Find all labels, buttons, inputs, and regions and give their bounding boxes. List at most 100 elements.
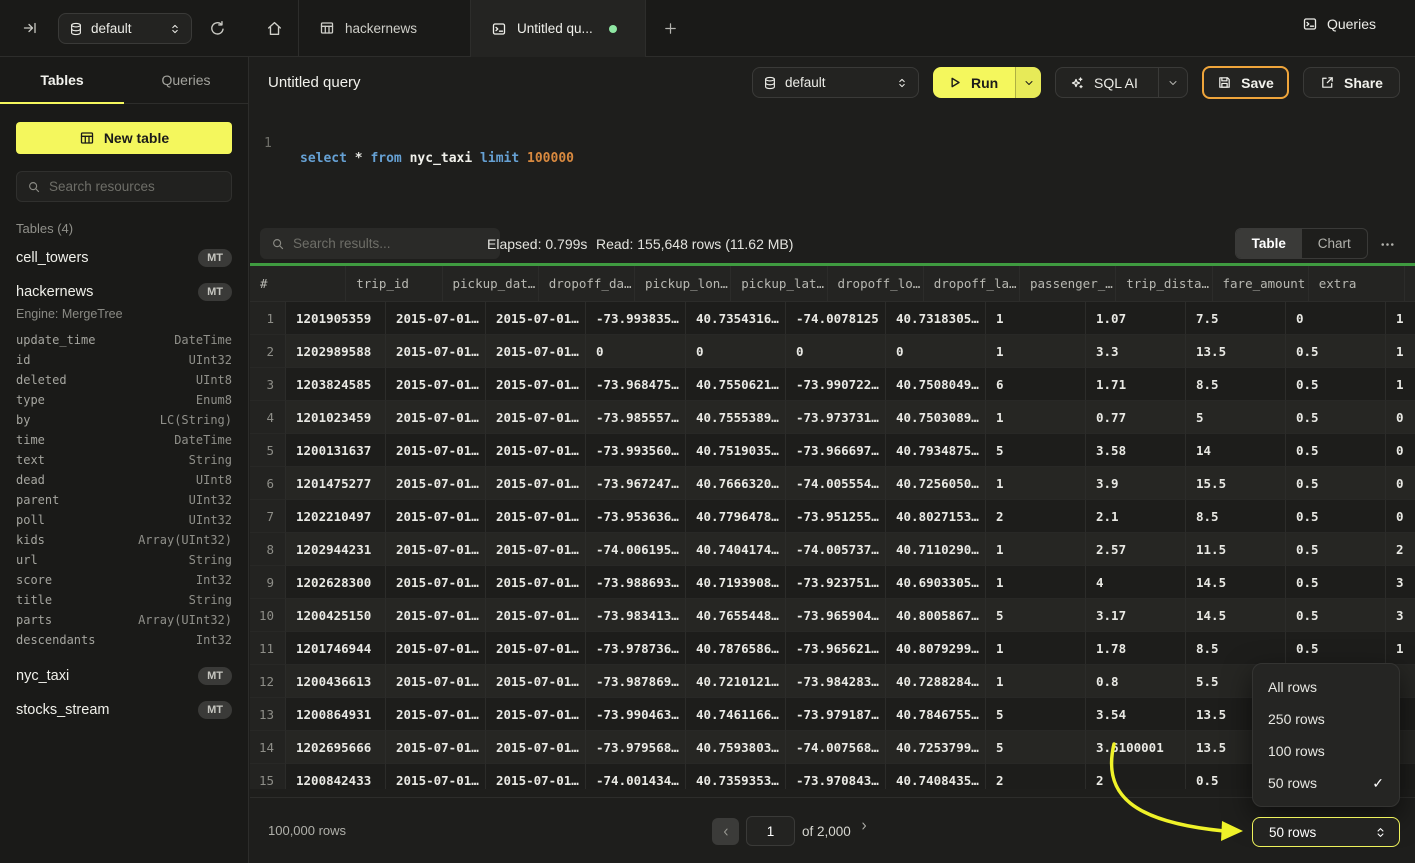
cell[interactable]: 1.07 — [1086, 302, 1186, 335]
column-header[interactable]: passenger_… — [1020, 266, 1116, 302]
cell[interactable]: 40.7876586… — [686, 632, 786, 665]
cell[interactable]: 2 — [1086, 764, 1186, 789]
share-button[interactable]: Share — [1303, 67, 1400, 98]
save-button[interactable]: Save — [1202, 66, 1289, 99]
cell[interactable]: -73.923751… — [786, 566, 886, 599]
cell[interactable]: 3.6100001 — [1086, 731, 1186, 764]
cell[interactable]: 3.17 — [1086, 599, 1186, 632]
cell[interactable]: 3.3 — [1086, 335, 1186, 368]
cell[interactable]: -73.984283… — [786, 665, 886, 698]
cell[interactable]: 1202695666 — [286, 731, 386, 764]
cell[interactable]: 40.7508049… — [886, 368, 986, 401]
cell[interactable]: 0 — [886, 335, 986, 368]
page-size-select[interactable]: 50 rows — [1252, 817, 1400, 847]
cell[interactable]: 2015-07-01… — [486, 632, 586, 665]
cell[interactable]: -73.993560… — [586, 434, 686, 467]
cell[interactable]: 1 — [986, 335, 1086, 368]
tab-home[interactable] — [250, 0, 299, 56]
menu-item[interactable]: All rows — [1253, 671, 1399, 703]
cell[interactable]: 3 — [1386, 566, 1415, 599]
menu-item[interactable]: 250 rows — [1253, 703, 1399, 735]
cell[interactable]: 2015-07-01… — [486, 368, 586, 401]
cell[interactable]: 4 — [1086, 566, 1186, 599]
menu-item[interactable]: 100 rows — [1253, 735, 1399, 767]
cell[interactable]: -74.005554… — [786, 467, 886, 500]
cell[interactable]: 2.1 — [1086, 500, 1186, 533]
cell[interactable]: 1200131637 — [286, 434, 386, 467]
cell[interactable]: 40.7461166… — [686, 698, 786, 731]
cell[interactable]: 40.8079299… — [886, 632, 986, 665]
cell[interactable]: 7.5 — [1186, 302, 1286, 335]
cell[interactable]: 1200864931 — [286, 698, 386, 731]
view-toggle-table[interactable]: Table — [1236, 229, 1302, 258]
cell[interactable]: 1202628300 — [286, 566, 386, 599]
column-row[interactable]: url String — [16, 550, 232, 570]
cell[interactable]: 0.5 — [1286, 533, 1386, 566]
cell[interactable]: 2015-07-01… — [486, 335, 586, 368]
cell[interactable]: 2015-07-01… — [386, 665, 486, 698]
sidebar-tab-tables[interactable]: Tables — [0, 57, 124, 103]
cell[interactable]: -74.0078125 — [786, 302, 886, 335]
cell[interactable]: 3.58 — [1086, 434, 1186, 467]
column-row[interactable]: poll UInt32 — [16, 510, 232, 530]
column-row[interactable]: descendants Int32 — [16, 630, 232, 650]
cell[interactable]: 2015-07-01… — [386, 368, 486, 401]
sql-ai-button[interactable]: SQL AI — [1056, 75, 1158, 91]
cell[interactable]: 0.5 — [1286, 401, 1386, 434]
menu-item[interactable]: 50 rows ✓ — [1253, 767, 1399, 799]
cell[interactable]: -73.983413… — [586, 599, 686, 632]
cell[interactable]: 5 — [986, 731, 1086, 764]
cell[interactable]: 14 — [1186, 434, 1286, 467]
cell[interactable]: -73.990722… — [786, 368, 886, 401]
sidebar-item-hackernews[interactable]: hackernews MT — [16, 280, 232, 304]
cell[interactable]: 1 — [986, 566, 1086, 599]
cell[interactable]: 40.7354316… — [686, 302, 786, 335]
column-row[interactable]: id UInt32 — [16, 350, 232, 370]
cell[interactable]: 40.7550621… — [686, 368, 786, 401]
queries-panel-button[interactable]: Queries — [1302, 16, 1376, 32]
cell[interactable]: 1200842433 — [286, 764, 386, 789]
cell[interactable]: 40.6903305… — [886, 566, 986, 599]
cell[interactable]: -73.965621… — [786, 632, 886, 665]
cell[interactable]: 2 — [986, 500, 1086, 533]
cell[interactable]: 1 — [1386, 302, 1415, 335]
cell[interactable]: 0.5 — [1286, 368, 1386, 401]
cell[interactable]: 40.7110290… — [886, 533, 986, 566]
cell[interactable]: 0 — [1286, 302, 1386, 335]
cell[interactable]: 2.57 — [1086, 533, 1186, 566]
column-header[interactable]: pickup_dat… — [443, 266, 539, 302]
cell[interactable]: 40.7359353… — [686, 764, 786, 789]
cell[interactable]: 1 — [986, 533, 1086, 566]
cell[interactable]: 0 — [686, 335, 786, 368]
column-row[interactable]: dead UInt8 — [16, 470, 232, 490]
cell[interactable]: 0 — [1386, 467, 1415, 500]
column-header[interactable]: trip_id — [346, 266, 442, 302]
cell[interactable]: 0.8 — [1086, 665, 1186, 698]
cell[interactable]: 2015-07-01… — [486, 698, 586, 731]
cell[interactable]: 1 — [986, 632, 1086, 665]
column-row[interactable]: parts Array(UInt32) — [16, 610, 232, 630]
tab-untitled-query[interactable]: Untitled qu... — [471, 0, 646, 57]
cell[interactable]: 2015-07-01… — [486, 467, 586, 500]
cell[interactable]: 40.7655448… — [686, 599, 786, 632]
column-header[interactable]: t — [1405, 266, 1415, 302]
cell[interactable]: 1.71 — [1086, 368, 1186, 401]
results-search-input[interactable] — [293, 236, 489, 251]
next-page-button[interactable] — [858, 820, 870, 832]
cell[interactable]: 14.5 — [1186, 566, 1286, 599]
column-header[interactable]: dropoff_da… — [539, 266, 635, 302]
cell[interactable]: 2015-07-01… — [486, 764, 586, 789]
cell[interactable]: -73.978736… — [586, 632, 686, 665]
column-header[interactable]: # — [250, 266, 346, 302]
column-header[interactable]: extra — [1309, 266, 1405, 302]
resource-search-input[interactable] — [49, 179, 221, 194]
run-button[interactable]: Run — [933, 75, 1015, 91]
cell[interactable]: 1201905359 — [286, 302, 386, 335]
column-header[interactable]: pickup_lon… — [635, 266, 731, 302]
cell[interactable]: 40.7503089… — [886, 401, 986, 434]
column-header[interactable]: trip_dista… — [1116, 266, 1212, 302]
column-row[interactable]: time DateTime — [16, 430, 232, 450]
cell[interactable]: 2015-07-01… — [486, 599, 586, 632]
topbar-database-selector[interactable]: default — [58, 13, 192, 44]
column-row[interactable]: deleted UInt8 — [16, 370, 232, 390]
